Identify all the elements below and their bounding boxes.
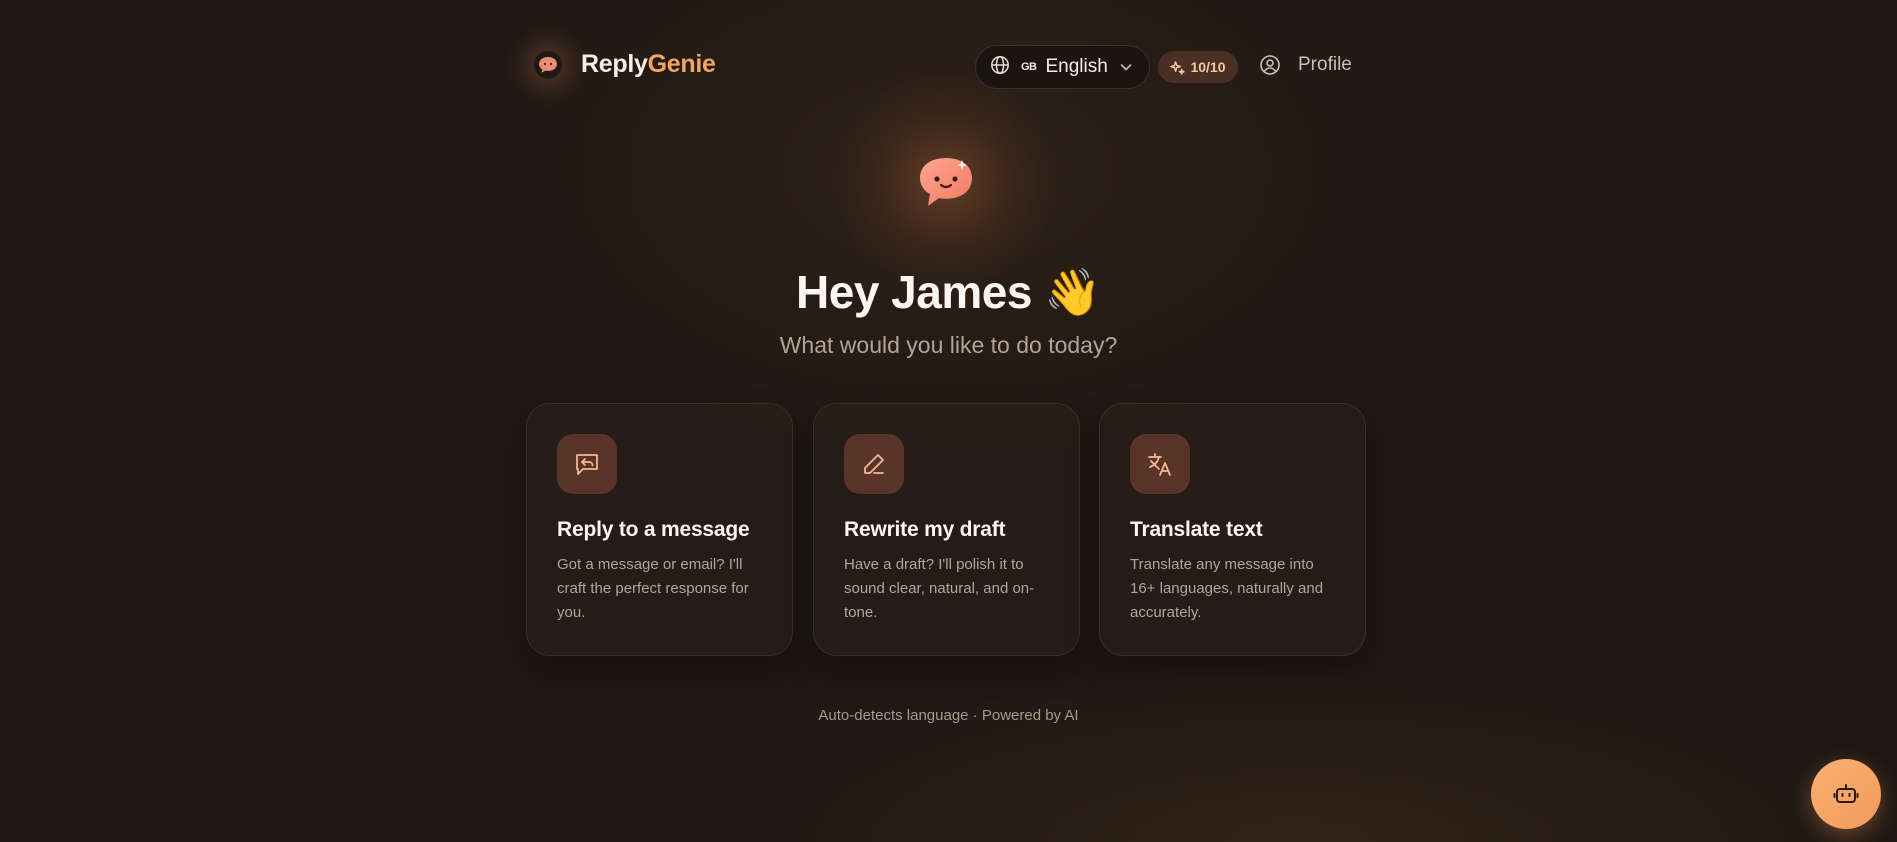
language-flag: GB (1021, 61, 1037, 73)
greeting-subtitle: What would you like to do today? (779, 332, 1118, 358)
profile-label: Profile (1298, 54, 1352, 75)
credits-badge: 10/10 (1158, 51, 1238, 83)
card-description: Got a message or email? I'll craft the p… (557, 556, 749, 621)
brand-name-part2: Genie (647, 50, 716, 78)
card-description: Translate any message into 16+ languages… (1130, 556, 1324, 621)
user-circle-icon (1259, 54, 1281, 76)
greeting-title: Hey James 👋 (796, 266, 1101, 318)
card-description: Have a draft? I'll polish it to sound cl… (844, 556, 1035, 621)
footer-note: Auto-detects language · Powered by AI (818, 707, 1079, 724)
profile-link[interactable]: Profile (1259, 54, 1352, 76)
card-translate-text[interactable]: Translate text Translate any message int… (1099, 403, 1366, 656)
pencil-icon (844, 434, 904, 494)
credits-count: 10/10 (1190, 59, 1226, 75)
chat-bubble-icon (534, 51, 562, 79)
brand-name: ReplyGenie (581, 50, 716, 79)
bot-icon (1832, 780, 1860, 808)
brand-logo[interactable]: ReplyGenie (534, 50, 716, 79)
card-title: Rewrite my draft (844, 518, 1006, 541)
card-title: Translate text (1130, 518, 1263, 541)
globe-icon (990, 55, 1010, 80)
card-reply-to-message[interactable]: Reply to a message Got a message or emai… (526, 403, 793, 656)
translate-icon (1130, 434, 1190, 494)
brand-name-part1: Reply (581, 50, 648, 78)
language-selector[interactable]: GB English (975, 45, 1150, 89)
chat-bubble-mascot-icon (916, 154, 976, 210)
reply-icon (557, 434, 617, 494)
assistant-fab-button[interactable] (1811, 759, 1881, 829)
sparkle-icon (1170, 60, 1186, 75)
language-label: English (1045, 56, 1108, 77)
chevron-down-icon (1119, 60, 1133, 74)
card-rewrite-draft[interactable]: Rewrite my draft Have a draft? I'll poli… (813, 403, 1080, 656)
card-title: Reply to a message (557, 518, 750, 541)
